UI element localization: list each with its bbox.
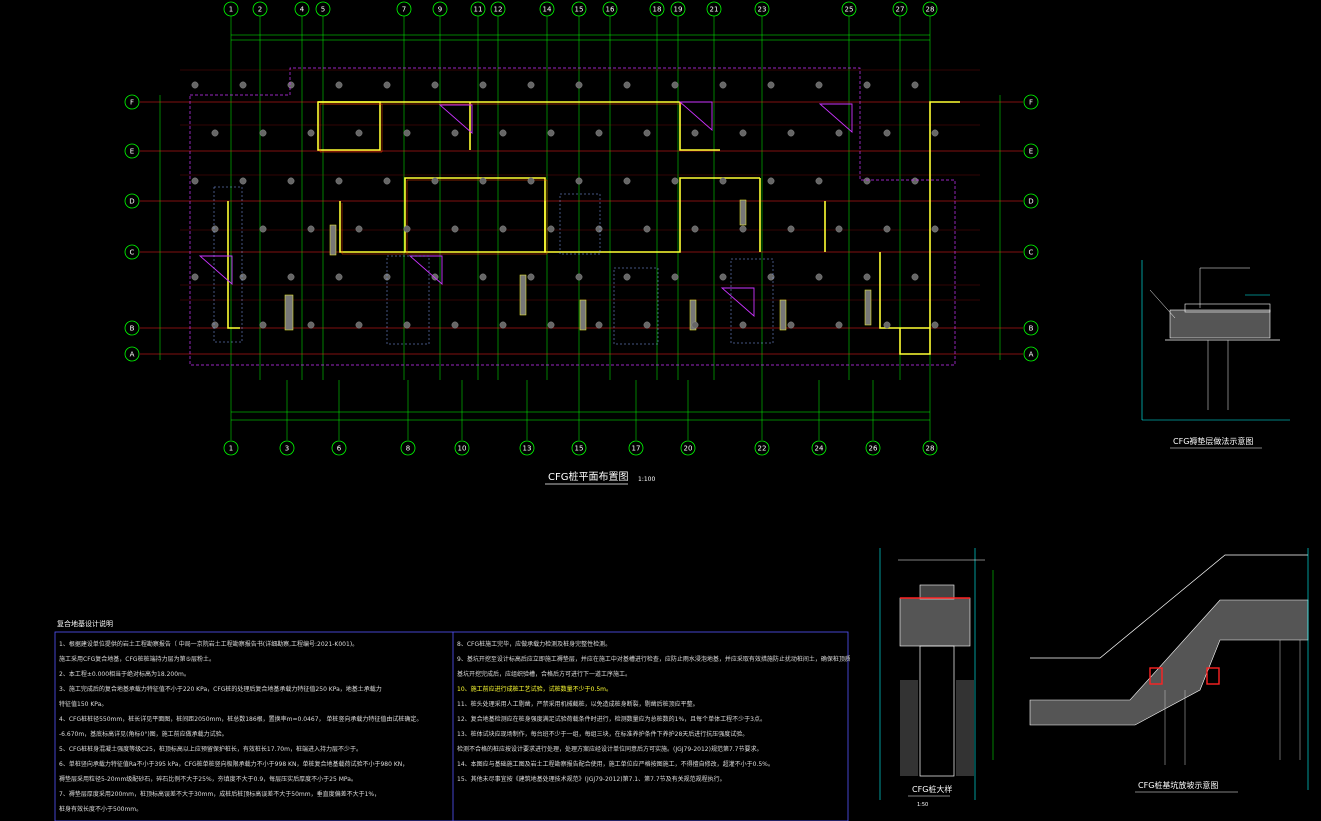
axis-label: 16	[606, 6, 615, 14]
axis-label: 17	[632, 445, 641, 453]
axis-label: F	[130, 99, 134, 107]
note-line: 8、CFG桩施工完毕，应做承载力检测及桩身完整性检测。	[457, 641, 612, 648]
pile-detail: CFG桩大样 1:50	[879, 548, 994, 808]
axis-label: 23	[758, 6, 767, 14]
note-line: 桩身有效长度不小于500mm。	[59, 806, 143, 813]
notes-title: 复合地基设计说明	[57, 620, 113, 628]
note-line: 6、单桩竖向承载力特征值Ra不小于395 kPa，CFG桩单桩竖向极限承载力不小…	[59, 761, 409, 768]
axis-grid-lines	[140, 16, 1023, 440]
note-line: 3、施工完成后的复合地基承载力特征值不小于220 KPa，CFG桩的处理后复合地…	[59, 686, 382, 693]
axis-label: 21	[710, 6, 719, 14]
axis-label: B	[130, 325, 135, 333]
axis-label: 20	[684, 445, 693, 453]
note-line: 1、根据建设单位提供的岩土工程勘察报告（ 中局一京院岩土工程勘察报告书(详细勘察…	[59, 641, 359, 648]
axis-label: C	[130, 249, 135, 257]
cfg-piles	[191, 81, 939, 329]
pile-detail-title: CFG桩大样	[912, 784, 952, 794]
axis-label: 9	[438, 6, 442, 14]
pile-cap-hatch	[899, 597, 971, 647]
axis-label: 22	[758, 445, 767, 453]
design-notes: 复合地基设计说明 1、根据建设单位提供的岩土工程勘察报告（ 中局一京院岩土工程勘…	[55, 619, 850, 821]
note-line: 4、CFG桩桩径550mm，桩长详见平面图，桩间距2050mm，桩总数186根，…	[59, 716, 423, 723]
axis-label: E	[1029, 148, 1033, 156]
note-line: 9、基坑开挖至设计标高后应立即施工褥垫层，并应在施工中对基槽进行检查，应防止雨水…	[457, 656, 850, 663]
axis-label: D	[129, 198, 134, 206]
axis-label: 5	[321, 6, 325, 14]
axis-label: 19	[674, 6, 683, 14]
shear-walls	[227, 101, 960, 355]
axis-label: B	[1029, 325, 1034, 333]
slope-detail-title: CFG桩基坑放坡示意图	[1138, 780, 1218, 790]
note-line: 13、桩体试块应现场制作，每台班不少于一组，每组三块，在标准养护条件下养护28天…	[457, 731, 749, 738]
axis-label: 2	[258, 6, 262, 14]
axis-label: F	[1029, 99, 1033, 107]
note-line: 特征值150 KPa。	[59, 701, 108, 708]
axis-label: 1	[229, 6, 233, 14]
plan-title-group: CFG桩平面布置图 1:100	[545, 470, 655, 485]
axis-label: 3	[285, 445, 289, 453]
axis-label: 26	[869, 445, 878, 453]
slope-cushion-hatch	[1029, 599, 1309, 726]
axis-label: D	[1028, 198, 1033, 206]
axis-label: 12	[494, 6, 503, 14]
note-line: 基坑开挖完成后，应组织验槽，合格后方可进行下一道工序施工。	[457, 671, 632, 678]
pile-body	[919, 645, 955, 777]
slope-detail: CFG桩基坑放坡示意图	[1029, 548, 1309, 793]
axis-label: 8	[406, 445, 410, 453]
axis-label: E	[130, 148, 134, 156]
note-line: 施工采用CFG复合地基，CFG桩桩端持力层为第⑤层粉土。	[59, 656, 215, 663]
axis-label: A	[1029, 351, 1034, 359]
axis-label: 1	[229, 445, 233, 453]
note-line: 14、本图应与基础施工图及岩土工程勘察报告配合使用，施工单位应严格按图施工，不得…	[457, 761, 774, 768]
note-line: 褥垫层采用粒径5-20mm级配砂石，碎石比例不大于25%，夯填度不大于0.9，每…	[59, 776, 357, 783]
note-line: 12、复合地基检测应在桩身强度满足试验荷载条件时进行，检测数量应为总桩数的1%，…	[457, 716, 766, 723]
plan-scale: 1:100	[638, 476, 655, 483]
cushion-layer-hatch	[1169, 309, 1271, 339]
axis-label: A	[130, 351, 135, 359]
cushion-detail-title: CFG褥垫层做法示意图	[1173, 436, 1253, 446]
axis-label: 14	[543, 6, 552, 14]
note-line: 2、本工程±0.000相当于绝对标高为18.200m。	[59, 671, 190, 678]
note-line: 11、桩头处理采用人工剔凿，严禁采用机械截桩，以免造成桩身断裂，剔凿后桩顶应平整…	[457, 701, 699, 708]
axis-label: 15	[575, 445, 584, 453]
axis-label: 7	[402, 6, 406, 14]
plan-annotations	[189, 67, 956, 366]
axis-label: 4	[300, 6, 305, 14]
cushion-layer-detail: CFG褥垫层做法示意图	[1141, 260, 1290, 449]
axis-label: 15	[575, 6, 584, 14]
axis-label: 6	[337, 445, 342, 453]
note-line: 检测不合格的桩应按设计要求进行处理，处理方案应经设计单位同意后方可实施。(JGJ…	[457, 746, 763, 753]
axis-label: 10	[458, 445, 467, 453]
note-line: 15、其他未尽事宜按《建筑地基处理技术规范》(JGJ79-2012)第7.1、第…	[457, 776, 726, 783]
axis-label: 11	[474, 6, 483, 14]
cfg-pile-floor-plan: 1 2 4 5 7 9 11 12 14 15 16 18 19 21 23 25 27 281 3 6 8 10 13 15…	[124, 1, 1039, 456]
pile-detail-scale: 1:50	[917, 802, 928, 808]
dimension-lines	[159, 34, 1001, 421]
note-line: -6.670m，基底标高详见(角标0°)图，施工前应做承载力试验。	[59, 731, 228, 738]
plan-title: CFG桩平面布置图	[548, 470, 628, 483]
note-line: 5、CFG桩桩身混凝土强度等级C25，桩顶标高以上应预留保护桩长，有效桩长17.…	[59, 746, 362, 753]
axis-label: 28	[926, 6, 935, 14]
axis-label: 18	[653, 6, 662, 14]
axis-label: 27	[896, 6, 905, 14]
axis-label: C	[1029, 249, 1034, 257]
note-line: 7、褥垫层厚度采用200mm，桩顶标高误差不大于30mm，成桩后桩顶标高误差不大…	[59, 791, 381, 798]
axis-label: 28	[926, 445, 935, 453]
axis-label: 24	[815, 445, 824, 453]
note-line: 10、施工前应进行成桩工艺试验，试桩数量不少于0.5m。	[457, 686, 613, 693]
axis-label: 13	[523, 445, 532, 453]
axis-label: 25	[845, 6, 854, 14]
slope-cap-right	[1206, 667, 1220, 685]
